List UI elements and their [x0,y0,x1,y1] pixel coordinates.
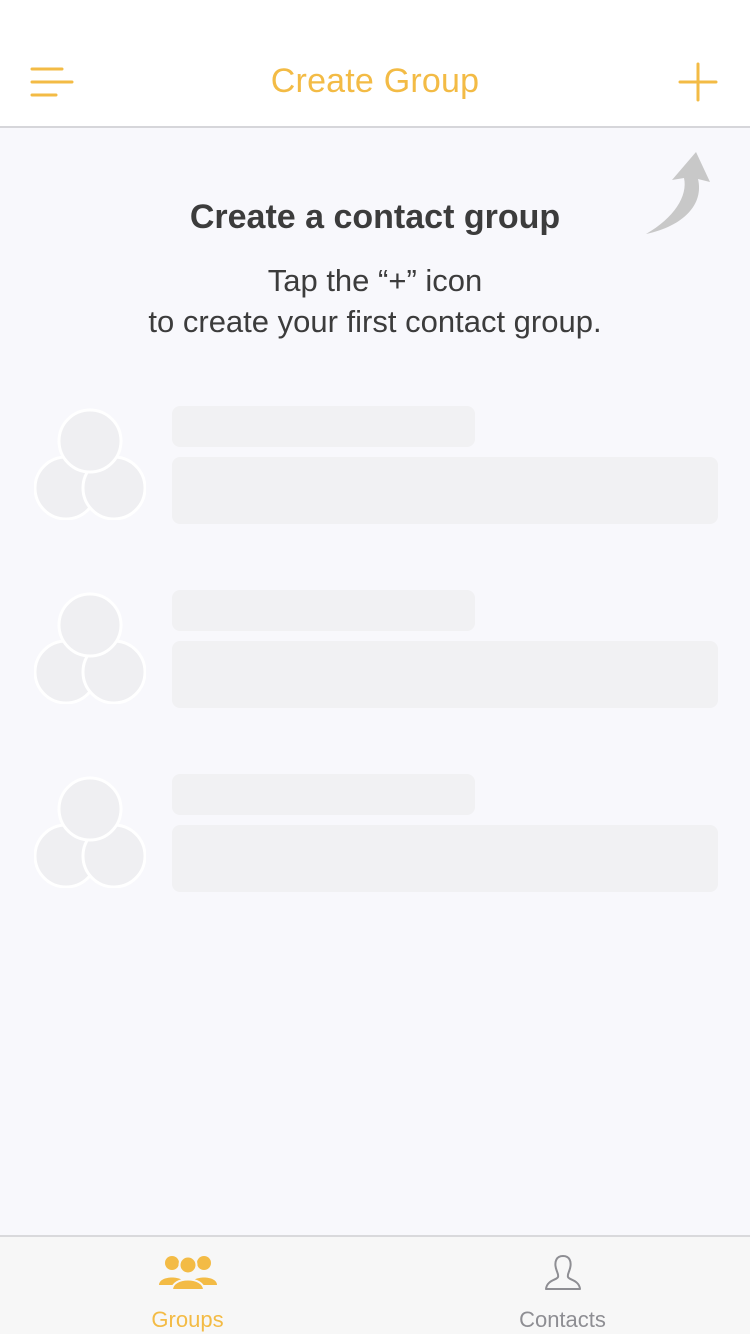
tab-groups-label: Groups [151,1307,224,1332]
placeholder-title-bar [172,406,475,447]
tab-contacts[interactable]: Contacts [375,1237,750,1334]
placeholder-title-bar [172,774,475,815]
groups-icon [158,1255,217,1291]
tab-bar: Groups Contacts [0,1235,750,1334]
placeholder-title-bar [172,590,475,631]
placeholder-detail-bar [172,641,718,708]
contact-icon [544,1255,581,1290]
group-placeholder-icon [34,408,146,520]
placeholder-row [0,590,750,710]
empty-state-title: Create a contact group [189,198,561,236]
add-group-button[interactable] [676,60,720,104]
empty-state-hint-line2: to create your first contact group. [148,304,602,339]
navigation-bar: Create Group [0,0,750,128]
tab-groups[interactable]: Groups [0,1237,375,1334]
screen: Create Group Create a contact group Tap … [0,0,750,1334]
tab-contacts-label: Contacts [519,1307,606,1332]
placeholder-row [0,406,750,526]
empty-state-hint-line1: Tap the “+” icon [267,263,483,298]
placeholder-detail-bar [172,825,718,892]
group-placeholder-icon [34,776,146,888]
group-placeholder-icon [34,592,146,704]
placeholder-detail-bar [172,457,718,524]
plus-icon [678,62,718,102]
placeholder-row [0,774,750,894]
page-title: Create Group [270,62,480,100]
